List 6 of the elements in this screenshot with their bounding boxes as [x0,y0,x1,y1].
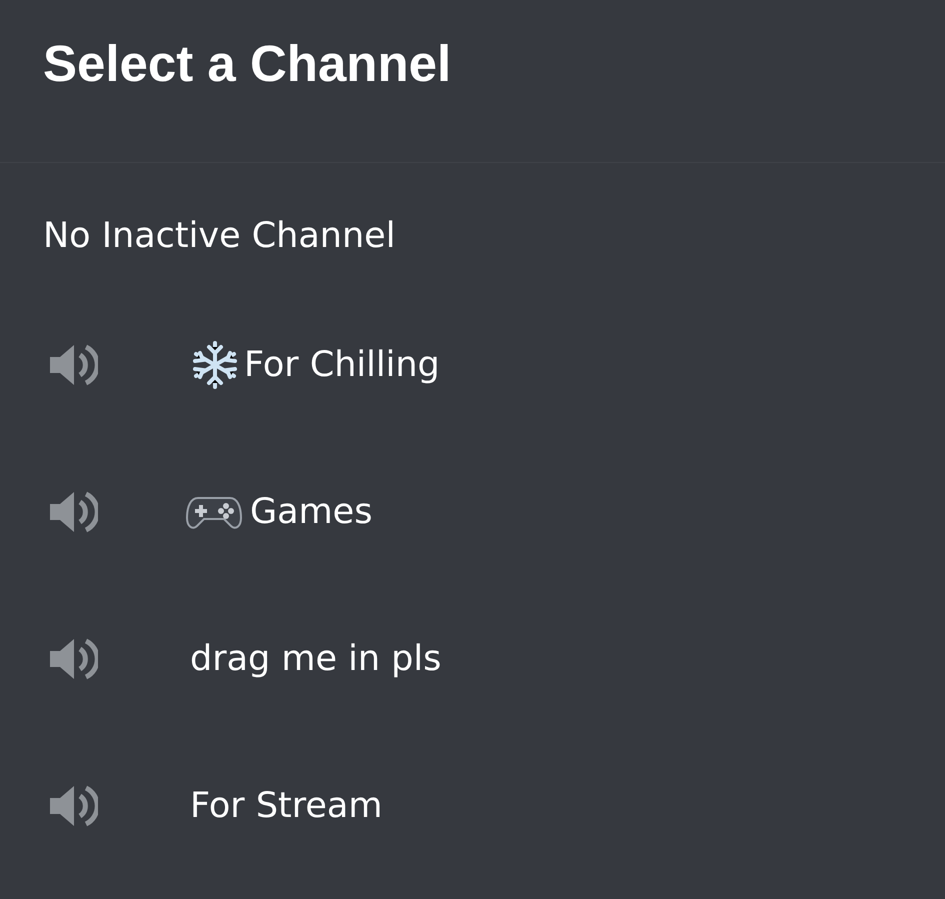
channel-name[interactable]: For Stream [190,784,382,826]
channel-name[interactable]: For Chilling [244,344,440,386]
channel-name[interactable]: Games [250,490,372,532]
dialog-title: Select a Channel [43,36,452,92]
snowflake-icon [190,340,240,390]
channel-name[interactable]: drag me in pls [190,638,442,680]
